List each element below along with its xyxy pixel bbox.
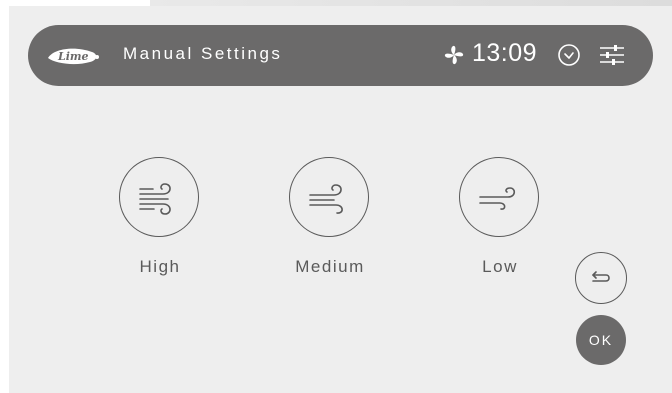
sliders-icon[interactable] [598,42,626,68]
wind-low-icon [479,187,516,210]
wind-high-icon [139,183,171,215]
top-shade [150,0,672,6]
current-time: 13:09 [472,39,538,67]
logo-text: Lime [57,50,89,63]
lime-logo: Lime [48,48,99,65]
page-title: Manual Settings [123,44,283,63]
ok-button[interactable]: OK [576,315,626,365]
return-icon [592,271,610,282]
speed-option-low[interactable]: Low [445,157,555,287]
speed-label-medium: Medium [295,257,365,276]
wind-high-button[interactable] [119,157,199,237]
back-button[interactable] [575,252,627,304]
header-bar: Lime Manual Settings 13:09 [28,25,653,86]
speed-option-medium[interactable]: Medium [275,157,385,287]
fan-icon [444,45,464,65]
wind-medium-button[interactable] [289,157,369,237]
clock-icon[interactable] [557,43,581,67]
speed-label-low: Low [482,257,518,276]
speed-label-high: High [139,257,181,276]
speed-option-high[interactable]: High [105,157,215,287]
wind-low-button[interactable] [459,157,539,237]
wind-medium-icon [309,184,343,214]
